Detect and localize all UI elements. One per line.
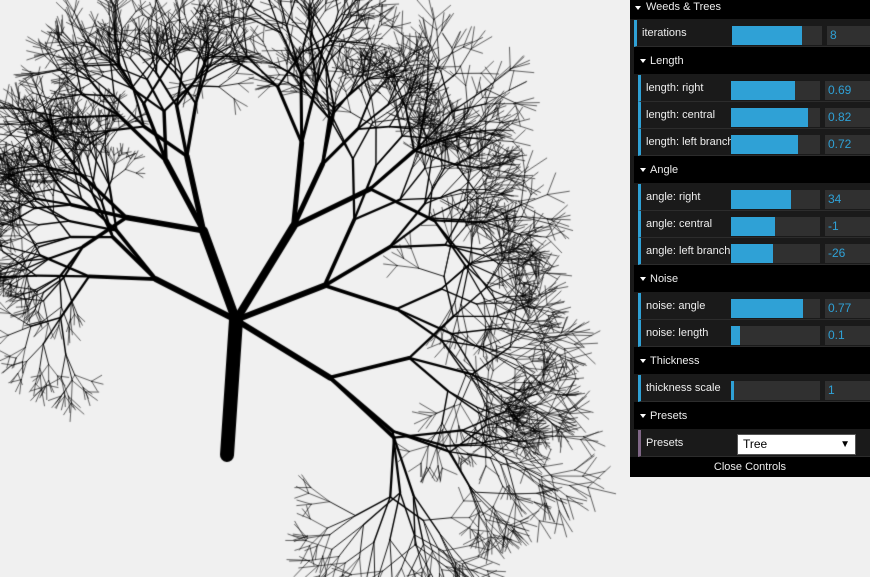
slider-fill	[731, 135, 798, 154]
folder-thickness[interactable]: Thickness	[634, 347, 870, 375]
folder-weeds-trees[interactable]: Weeds & Trees	[630, 0, 870, 20]
presets-select[interactable]: Tree ▼	[737, 434, 856, 455]
iterations-input[interactable]: 8	[827, 26, 870, 45]
folder-title-label: Angle	[650, 164, 679, 176]
presets-selected-value: Tree	[743, 437, 768, 451]
slider-fill	[731, 190, 791, 209]
control-number-input[interactable]: -26	[825, 244, 870, 263]
presets-label: Presets	[646, 437, 684, 449]
caret-down-icon	[640, 359, 646, 363]
control-label: length: left branch	[646, 136, 734, 148]
folder-presets[interactable]: Presets	[634, 402, 870, 430]
slider-control: noise: length 0.1	[638, 320, 870, 347]
caret-down-icon	[640, 59, 646, 63]
slider-control: noise: angle 0.77	[638, 293, 870, 320]
folder-title-label: Length	[650, 55, 684, 67]
slider-control: length: left branch 0.72	[638, 129, 870, 156]
control-label: noise: length	[646, 327, 709, 339]
slider-control: angle: right 34	[638, 184, 870, 211]
caret-down-icon	[640, 277, 646, 281]
slider-fill	[731, 299, 804, 318]
control-number-input[interactable]: 34	[825, 190, 870, 209]
caret-down-icon	[640, 414, 646, 418]
control-slider[interactable]	[731, 299, 820, 318]
control-slider[interactable]	[731, 244, 820, 263]
slider-control: angle: central -1	[638, 211, 870, 238]
control-number-input[interactable]: 1	[825, 381, 870, 400]
folder-title-label: Noise	[650, 273, 679, 285]
iterations-label: iterations	[642, 27, 687, 39]
control-slider[interactable]	[731, 108, 820, 127]
caret-down-icon	[640, 168, 646, 172]
caret-down-icon	[635, 6, 641, 10]
control-slider[interactable]	[731, 381, 820, 400]
close-controls-button[interactable]: Close Controls	[630, 457, 870, 477]
slider-fill	[731, 81, 796, 100]
tree-render-canvas[interactable]	[0, 0, 630, 577]
control-slider[interactable]	[731, 190, 820, 209]
slider-fill	[731, 381, 734, 400]
control-slider[interactable]	[731, 135, 820, 154]
control-number-input[interactable]: 0.82	[825, 108, 870, 127]
slider-fill	[731, 108, 808, 127]
slider-control: length: central 0.82	[638, 102, 870, 129]
folder-noise[interactable]: Noise	[634, 265, 870, 293]
control-number-input[interactable]: 0.69	[825, 81, 870, 100]
slider-control: angle: left branch -26	[638, 238, 870, 265]
slider-control: thickness scale 1	[638, 375, 870, 402]
control-number-input[interactable]: 0.72	[825, 135, 870, 154]
control-number-input[interactable]: 0.77	[825, 299, 870, 318]
slider-fill	[731, 244, 773, 263]
control-label: noise: angle	[646, 300, 706, 312]
control-label: angle: right	[646, 191, 701, 203]
slider-fill	[731, 326, 740, 345]
iterations-control: iterations 8	[634, 20, 870, 47]
folder-title-label: Weeds & Trees	[646, 1, 721, 13]
control-label: thickness scale	[646, 382, 721, 394]
control-label: angle: left branch	[646, 245, 731, 257]
control-slider[interactable]	[731, 217, 820, 236]
presets-control: Presets Tree ▼	[638, 430, 870, 457]
folder-angle[interactable]: Angle	[634, 156, 870, 184]
slider-fill	[732, 26, 803, 45]
control-label: angle: central	[646, 218, 713, 230]
controls-panel: Weeds & Trees iterations 8 Length length:…	[630, 0, 870, 477]
folder-title-label: Thickness	[650, 355, 700, 367]
dropdown-arrow-icon: ▼	[840, 439, 850, 450]
folder-title-label: Presets	[650, 410, 688, 422]
control-slider[interactable]	[731, 326, 820, 345]
control-label: length: right	[646, 82, 704, 94]
control-number-input[interactable]: -1	[825, 217, 870, 236]
control-label: length: central	[646, 109, 716, 121]
folder-length[interactable]: Length	[634, 47, 870, 75]
slider-fill	[731, 217, 775, 236]
control-number-input[interactable]: 0.1	[825, 326, 870, 345]
iterations-slider[interactable]	[732, 26, 822, 45]
slider-control: length: right 0.69	[638, 75, 870, 102]
control-slider[interactable]	[731, 81, 820, 100]
